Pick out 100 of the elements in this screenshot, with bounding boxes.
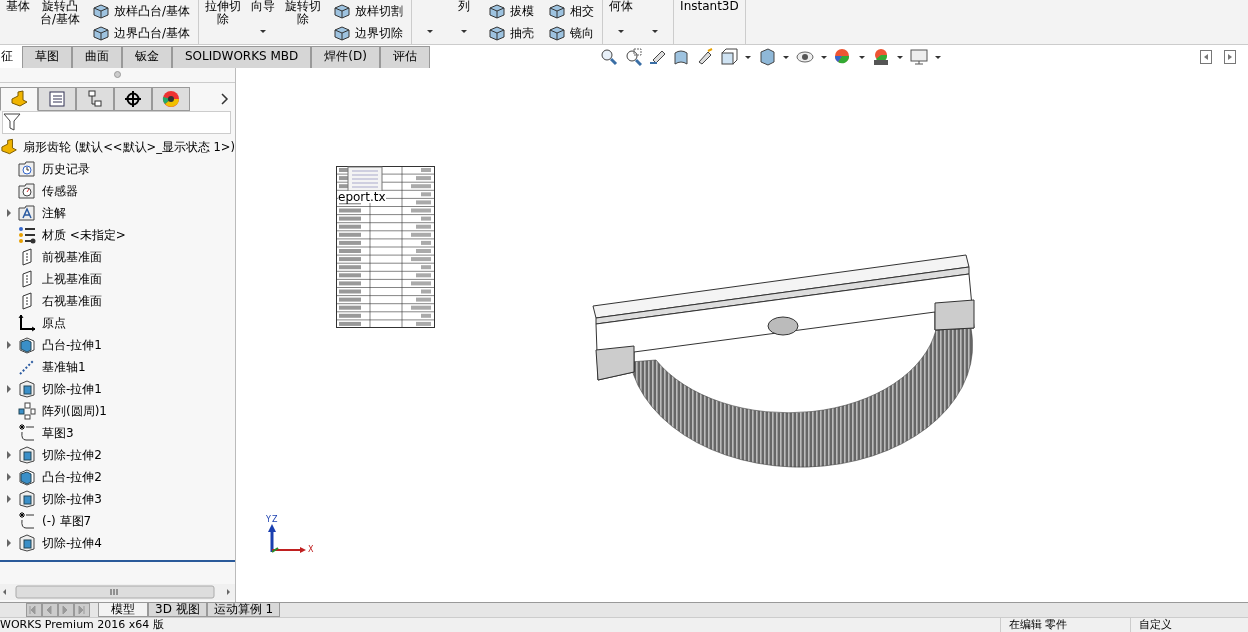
status-text: 在编辑 零件 [1000, 618, 1130, 632]
tree-item-label[interactable]: 上视基准面 [42, 270, 102, 289]
tree-item-label[interactable]: 右视基准面 [42, 292, 102, 311]
caret-icon[interactable] [744, 54, 752, 60]
command-tab[interactable]: 评估 [379, 46, 430, 68]
tree-item-label[interactable]: 阵列(圆周)1 [42, 402, 107, 421]
command-tab[interactable]: 钣金 [122, 46, 172, 68]
tree-item-label[interactable]: 注解 [42, 204, 66, 223]
configuration-tree-icon [86, 89, 104, 108]
solid-block-icon [548, 25, 567, 41]
ribbon-command-button[interactable]: 相交 [546, 2, 597, 20]
sheet-tab[interactable]: 模型 [98, 603, 148, 617]
tree-item-label[interactable]: 凸台-拉伸1 [42, 336, 102, 355]
zoom-area-icon[interactable] [624, 48, 642, 66]
command-tab[interactable]: 草图 [22, 46, 72, 68]
sheet-tab[interactable]: 3D 视图 [148, 603, 207, 617]
ribbon-command-button[interactable]: 放样凸台/基体 [90, 2, 193, 20]
extruded-boss-icon [18, 336, 36, 355]
caret-icon[interactable] [934, 54, 942, 60]
tree-item-label[interactable]: 原点 [42, 314, 66, 333]
tree-item-label[interactable]: 凸台-拉伸2 [42, 468, 102, 487]
caret-icon[interactable] [858, 54, 866, 60]
solid-block-icon [92, 3, 111, 19]
axis-label: Z [272, 516, 278, 524]
expand-panel-icon[interactable] [1224, 50, 1236, 64]
axis-label: X [308, 546, 314, 554]
collapse-panel-icon[interactable] [1200, 50, 1212, 64]
ribbon-command-button[interactable]: 基体 [4, 0, 32, 44]
tree-item-label[interactable]: 草图3 [42, 424, 74, 443]
tree-item-label[interactable]: 切除-拉伸1 [42, 380, 102, 399]
expand-arrow-icon[interactable] [6, 451, 12, 460]
solid-block-icon [548, 3, 567, 19]
sketch-icon [18, 512, 36, 531]
crosshair-icon [124, 89, 142, 108]
circular-pattern-icon [18, 402, 36, 421]
ribbon-command-button[interactable]: 边界凸台/基体 [90, 24, 193, 42]
horizontal-scrollbar[interactable] [0, 584, 235, 600]
axis-icon [18, 358, 36, 377]
solid-block-icon [488, 25, 507, 41]
expand-arrow-icon[interactable] [6, 209, 12, 218]
tree-item-label[interactable]: 历史记录 [42, 160, 90, 179]
status-text: WORKS Premium 2016 x64 版 [0, 618, 165, 632]
command-tab[interactable]: 焊件(D) [311, 46, 380, 68]
extruded-boss-icon [18, 468, 36, 487]
chevron-right-icon[interactable] [221, 92, 229, 105]
expand-arrow-icon[interactable] [6, 539, 12, 548]
extruded-cut-icon [18, 490, 36, 509]
ribbon-command-button[interactable]: 抽壳 [486, 24, 537, 42]
expand-arrow-icon[interactable] [6, 495, 12, 504]
ribbon-command-button[interactable]: 旋转凸 台/基体 [38, 0, 83, 44]
solid-block-icon [333, 25, 352, 41]
tree-item-label[interactable]: 前视基准面 [42, 248, 102, 267]
panel-tab[interactable] [152, 86, 190, 111]
splitter-handle-icon[interactable] [114, 71, 121, 79]
monitor-icon[interactable] [910, 48, 928, 66]
expand-arrow-icon[interactable] [6, 473, 12, 482]
ribbon-command-button[interactable]: 镜向 [546, 24, 597, 42]
tree-root-label[interactable]: 扇形齿轮 (默认<<默认>_显示状态 1>) [23, 138, 235, 156]
tree-item-label[interactable]: 切除-拉伸4 [42, 534, 102, 553]
appearance-icon [162, 89, 180, 108]
triad-axes-icon [268, 524, 306, 553]
command-tab[interactable]: 曲面 [72, 46, 122, 68]
tree-item-label[interactable]: 传感器 [42, 182, 78, 201]
ribbon-command-button[interactable]: 列 [450, 0, 479, 44]
filter-icon [3, 112, 21, 133]
tree-item-label[interactable]: 材质 <未指定> [42, 226, 126, 245]
part-icon [10, 89, 28, 108]
tree-item-label[interactable]: (-) 草图7 [42, 512, 92, 531]
expand-arrow-icon[interactable] [6, 385, 12, 394]
filter-field[interactable] [2, 110, 231, 135]
caret-icon[interactable] [782, 54, 790, 60]
zoom-to-fit-icon[interactable] [600, 48, 618, 66]
ribbon-command-button[interactable]: 向导 [249, 0, 278, 44]
expand-arrow-icon[interactable] [6, 341, 12, 350]
ribbon-command-button[interactable]: 旋转切 除 [283, 0, 324, 44]
caret-icon[interactable] [896, 54, 904, 60]
command-tab[interactable]: SOLIDWORKS MBD [172, 46, 312, 68]
ribbon-command-button[interactable]: 边界切除 [331, 24, 406, 42]
ribbon-command-button[interactable]: 放样切割 [331, 2, 406, 20]
caret-icon[interactable] [820, 54, 828, 60]
tree-item-label[interactable]: 切除-拉伸3 [42, 490, 102, 509]
sheet-tab[interactable]: 运动算例 1 [206, 603, 281, 617]
ribbon-command-button[interactable]: 拔模 [486, 2, 537, 20]
ribbon-command-button[interactable]: Instant3D [678, 0, 741, 44]
solid-block-icon [92, 25, 111, 41]
ribbon-command-button[interactable]: 何体 [607, 0, 636, 44]
panel-tab[interactable] [114, 86, 152, 111]
ribbon-command-button[interactable]: 拉伸切 除 [203, 0, 244, 44]
status-text: 自定义 [1130, 618, 1248, 632]
history-folder-icon [18, 160, 36, 179]
file-name-label: eport.tx [338, 191, 386, 203]
view-orientation-icon[interactable] [720, 48, 738, 66]
tree-item-label[interactable]: 切除-拉伸2 [42, 446, 102, 465]
tree-item-label[interactable]: 基准轴1 [42, 358, 86, 377]
origin-axes-icon [18, 314, 36, 333]
material-list-icon [18, 226, 36, 245]
sensor-folder-icon [18, 182, 36, 201]
solid-block-icon [333, 3, 352, 19]
solid-block-icon [488, 3, 507, 19]
hide-show-icon[interactable] [796, 48, 814, 66]
